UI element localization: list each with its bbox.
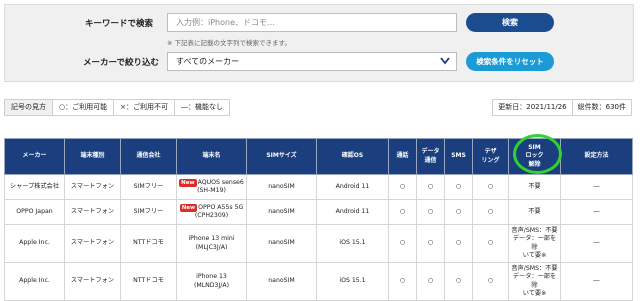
cell-model: iPhone 13 (MLND3J/A) xyxy=(176,262,247,301)
chevron-down-icon xyxy=(440,57,450,65)
table-row: シャープ株式会社 スマートフォン SIMフリー New AQUOS sense6(… xyxy=(4,174,633,200)
cell-setup: ― xyxy=(560,262,633,301)
device-table: メーカー 端末種別 通信会社 端末名 SIMサイズ 確認OS 通話 データ 通信 … xyxy=(4,138,633,301)
search-panel: キーワードで検索 入力例：iPhone、ドコモ… ※ 下記表に記載の文字列で検索… xyxy=(4,4,634,82)
cell-tether: ○ xyxy=(472,199,509,225)
cell-maker: Apple Inc. xyxy=(4,262,65,301)
table-row: Apple Inc. スマートフォン NTTドコモ iPhone 13 (MLND… xyxy=(4,262,633,301)
cell-maker: シャープ株式会社 xyxy=(4,174,65,200)
header-os: 確認OS xyxy=(316,138,389,175)
header-sms: SMS xyxy=(444,138,473,175)
cell-os: iOS 15.1 xyxy=(316,224,389,263)
cell-os: iOS 15.1 xyxy=(316,262,389,301)
header-sim-size: SIMサイズ xyxy=(246,138,317,175)
total-count: 総件数：630件 xyxy=(571,99,632,116)
header-tethering: テザ リング xyxy=(472,138,509,175)
cell-data: ○ xyxy=(416,199,445,225)
legend-available: ○：ご利用可能 xyxy=(52,99,115,116)
cell-tether: ○ xyxy=(472,224,509,263)
cell-data: ○ xyxy=(416,174,445,200)
cell-model: New AQUOS sense6 (SH-M19) xyxy=(176,174,247,200)
cell-sms: ○ xyxy=(444,262,473,301)
cell-call: ○ xyxy=(388,199,417,225)
cell-carrier: NTTドコモ xyxy=(120,224,177,263)
header-simlock: SIM ロック 解除 xyxy=(508,138,561,175)
table-row: Apple Inc. スマートフォン NTTドコモ iPhone 13 mini… xyxy=(4,224,633,263)
legend-title: 記号の見方 xyxy=(4,99,53,116)
cell-sim: nanoSIM xyxy=(246,262,317,301)
cell-sms: ○ xyxy=(444,224,473,263)
keyword-label: キーワードで検索 xyxy=(85,19,154,29)
search-note: ※ 下記表に記載の文字列で検索できます。 xyxy=(167,39,291,47)
cell-setup: ― xyxy=(560,174,633,200)
header-carrier: 通信会社 xyxy=(120,138,177,175)
header-data: データ 通信 xyxy=(416,138,445,175)
cell-setup: ― xyxy=(560,199,633,225)
cell-type: スマートフォン xyxy=(64,199,121,225)
cell-os: Android 11 xyxy=(316,199,389,225)
header-setup: 設定方法 xyxy=(560,138,633,175)
symbol-legend: 記号の見方 ○：ご利用可能 ×：ご利用不可 ―：機能なし xyxy=(4,99,230,116)
cell-carrier: SIMフリー xyxy=(120,174,177,200)
maker-select[interactable]: すべてのメーカー xyxy=(167,52,457,71)
maker-select-value: すべてのメーカー xyxy=(176,57,240,66)
cell-tether: ○ xyxy=(472,174,509,200)
search-button[interactable]: 検索 xyxy=(466,13,554,32)
cell-simlock: 不要 xyxy=(508,199,561,225)
cell-sms: ○ xyxy=(444,174,473,200)
cell-data: ○ xyxy=(416,224,445,263)
cell-type: スマートフォン xyxy=(64,174,121,200)
cell-model: New OPPO A55s 5G (CPH2309) xyxy=(176,199,247,225)
cell-sim: nanoSIM xyxy=(246,174,317,200)
legend-none: ―：機能なし xyxy=(173,99,230,116)
cell-sim: nanoSIM xyxy=(246,199,317,225)
cell-call: ○ xyxy=(388,262,417,301)
header-call: 通話 xyxy=(388,138,417,175)
cell-simlock: 音声/SMS：不要 データ：一部を除 いて要※ xyxy=(508,224,561,263)
cell-simlock: 不要 xyxy=(508,174,561,200)
keyword-search-input[interactable]: 入力例：iPhone、ドコモ… xyxy=(167,13,457,32)
table-header-row: メーカー 端末種別 通信会社 端末名 SIMサイズ 確認OS 通話 データ 通信 … xyxy=(4,138,633,175)
cell-data: ○ xyxy=(416,262,445,301)
maker-filter-label: メーカーで絞り込む xyxy=(83,58,159,68)
cell-maker: OPPO Japan xyxy=(4,199,65,225)
cell-simlock: 音声/SMS：不要 データ：一部を除 いて要※ xyxy=(508,262,561,301)
cell-call: ○ xyxy=(388,174,417,200)
cell-call: ○ xyxy=(388,224,417,263)
cell-setup: ― xyxy=(560,224,633,263)
cell-type: スマートフォン xyxy=(64,224,121,263)
new-badge: New xyxy=(179,178,197,187)
cell-model: iPhone 13 mini (MLJC3J/A) xyxy=(176,224,247,263)
cell-os: Android 11 xyxy=(316,174,389,200)
cell-type: スマートフォン xyxy=(64,262,121,301)
info-bar: 更新日：2021/11/26 総件数：630件 xyxy=(492,99,632,116)
header-type: 端末種別 xyxy=(64,138,121,175)
new-badge: New xyxy=(179,203,198,212)
cell-tether: ○ xyxy=(472,262,509,301)
updated-date: 更新日：2021/11/26 xyxy=(492,99,573,116)
table-row: OPPO Japan スマートフォン SIMフリー New OPPO A55s 5… xyxy=(4,199,633,225)
cell-sms: ○ xyxy=(444,199,473,225)
header-model: 端末名 xyxy=(176,138,247,175)
cell-carrier: SIMフリー xyxy=(120,199,177,225)
header-maker: メーカー xyxy=(4,138,65,175)
cell-carrier: NTTドコモ xyxy=(120,262,177,301)
legend-unavailable: ×：ご利用不可 xyxy=(113,99,175,116)
cell-maker: Apple Inc. xyxy=(4,224,65,263)
reset-conditions-button[interactable]: 検索条件をリセット xyxy=(466,52,554,71)
cell-sim: nanoSIM xyxy=(246,224,317,263)
